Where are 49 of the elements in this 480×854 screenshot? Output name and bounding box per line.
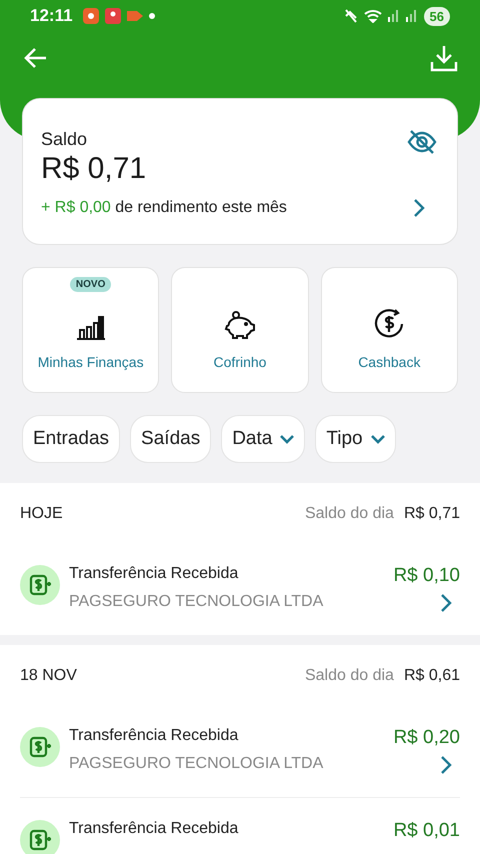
shortcut-tile[interactable]: Cashback [320,267,458,393]
money-in-icon [29,829,51,851]
filter-chip[interactable]: Entradas [22,415,120,463]
transaction-title: Transferência Recebida [69,820,240,838]
video-notification-icon [126,10,143,22]
transaction-payer: PAGSEGURO TECNOLOGIA LTDA [69,593,324,611]
money-in-icon [29,574,51,596]
chevron-right-icon[interactable] [440,593,452,613]
day-balance-label: Saldo do dia [304,667,394,685]
transaction-amount: R$ 0,10 [393,565,460,587]
day-balance: R$ 0,61 [404,667,460,685]
chevron-right-icon[interactable] [413,198,425,218]
bar-chart-icon [76,314,106,340]
shortcut-tile[interactable]: NOVO Minhas Finanças [22,267,160,393]
dot-icon [148,13,155,19]
money-in-icon [29,736,51,758]
wifi-icon [364,9,382,23]
battery-indicator: 56 [424,6,450,26]
status-time: 12:11 [30,6,73,26]
filter-dropdown[interactable]: Data [221,415,306,463]
transaction-title: Transferência Recebida [69,727,240,745]
day-balance: R$ 0,71 [404,505,460,523]
app-notification-icon [82,8,99,24]
shortcut-tile[interactable]: Cofrinho [171,267,309,393]
signal-icon [406,10,418,22]
download-button[interactable] [430,44,458,72]
filter-chip[interactable]: Saídas [130,415,212,463]
yield-text: + R$ 0,00 de rendimento este mês [41,199,287,217]
transaction-title: Transferência Recebida [69,565,240,583]
balance-label: Saldo [41,129,88,150]
chevron-right-icon[interactable] [440,755,452,775]
transaction-amount: R$ 0,01 [393,820,460,842]
day-date: 18 NOV [20,667,78,685]
back-button[interactable] [24,47,48,69]
balance-amount: R$ 0,71 [41,152,148,186]
day-date: HOJE [20,505,64,523]
chevron-down-icon [370,434,385,444]
signal-icon [388,10,400,22]
piggy-bank-icon [224,310,256,340]
eye-off-icon[interactable] [407,129,437,155]
day-balance-label: Saldo do dia [304,505,394,523]
new-badge: NOVO [70,277,112,292]
chevron-down-icon [280,434,294,444]
transaction-amount: R$ 0,20 [393,727,460,749]
transaction-payer: PAGSEGURO TECNOLOGIA LTDA [69,755,324,773]
dollar-cycle-icon [373,308,406,340]
mute-icon [344,8,358,24]
app-notification-icon [104,8,121,24]
filter-dropdown[interactable]: Tipo [315,415,396,463]
